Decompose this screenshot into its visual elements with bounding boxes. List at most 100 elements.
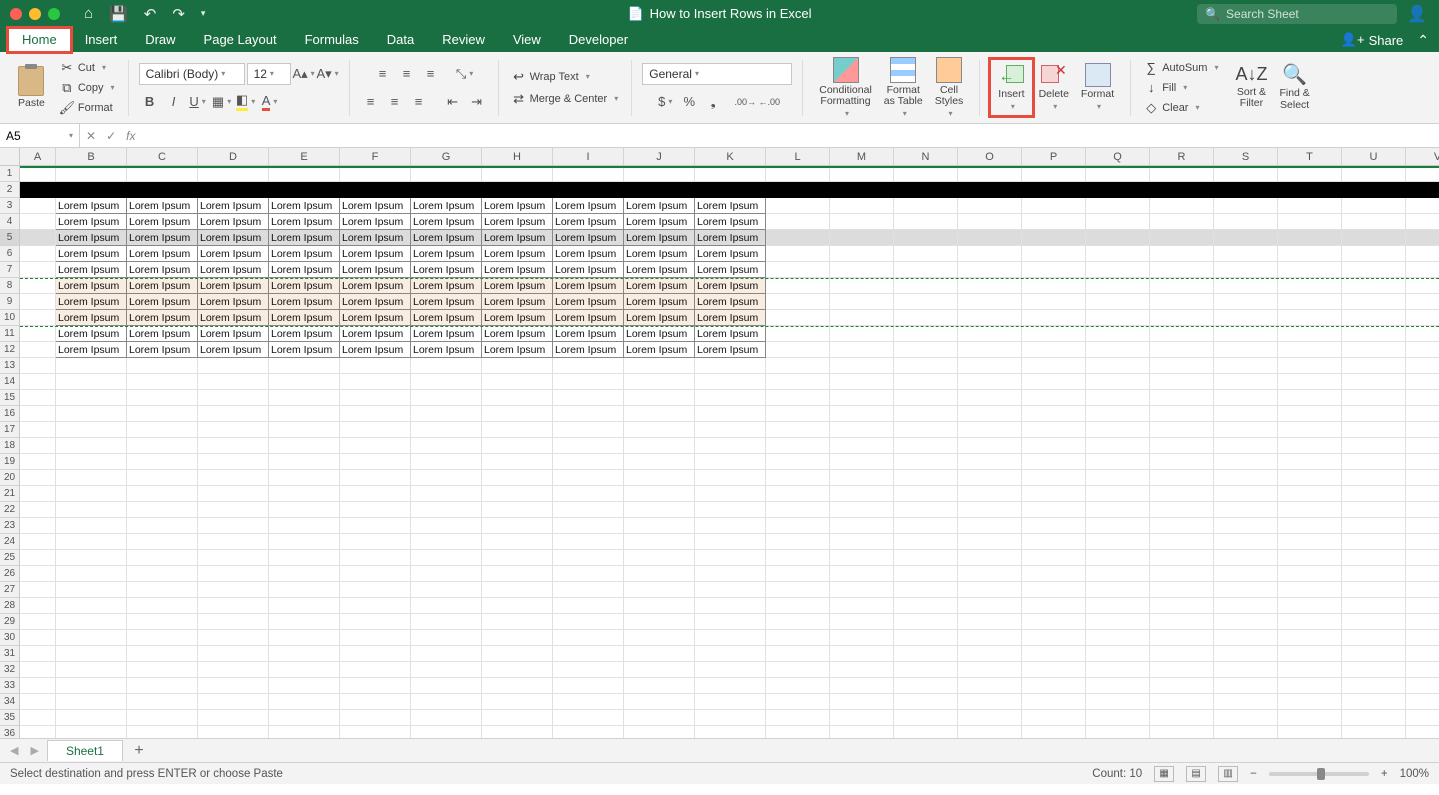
cell[interactable]: Lorem Ipsum (127, 214, 198, 230)
row-header[interactable]: 20 (0, 470, 19, 486)
column-header[interactable]: E (269, 148, 340, 165)
row-header[interactable]: 31 (0, 646, 19, 662)
cell[interactable] (127, 358, 198, 374)
number-format-combo[interactable]: General (642, 63, 792, 85)
cell[interactable] (340, 406, 411, 422)
cell[interactable] (1022, 694, 1086, 710)
cell[interactable]: Lorem Ipsum (269, 326, 340, 342)
cell[interactable] (1342, 726, 1406, 738)
cell[interactable] (894, 438, 958, 454)
cell[interactable] (411, 550, 482, 566)
cell[interactable] (20, 454, 56, 470)
cell[interactable] (56, 694, 127, 710)
cell[interactable]: Lorem Ipsum (553, 198, 624, 214)
cell[interactable] (411, 662, 482, 678)
cell[interactable] (1406, 358, 1439, 374)
cell[interactable] (958, 518, 1022, 534)
cell[interactable] (1278, 246, 1342, 262)
row-header[interactable]: 15 (0, 390, 19, 406)
cell[interactable] (56, 358, 127, 374)
cell[interactable] (894, 678, 958, 694)
cell[interactable] (1214, 310, 1278, 326)
cell[interactable] (1086, 342, 1150, 358)
cell[interactable] (1022, 198, 1086, 214)
cell[interactable] (830, 614, 894, 630)
cell[interactable] (127, 550, 198, 566)
cell[interactable] (766, 182, 830, 198)
cell[interactable]: Lorem Ipsum (695, 262, 766, 278)
cell[interactable] (1214, 566, 1278, 582)
cell[interactable] (830, 406, 894, 422)
cell[interactable] (1214, 598, 1278, 614)
cell[interactable] (624, 582, 695, 598)
cell[interactable] (830, 582, 894, 598)
cell[interactable] (695, 406, 766, 422)
cell[interactable]: Lorem Ipsum (695, 294, 766, 310)
cell[interactable]: Lorem Ipsum (553, 278, 624, 294)
cell[interactable] (1406, 166, 1439, 182)
cell[interactable] (1086, 374, 1150, 390)
cell[interactable] (1214, 710, 1278, 726)
cell[interactable] (340, 438, 411, 454)
cell[interactable] (766, 342, 830, 358)
cell[interactable] (1406, 534, 1439, 550)
cell[interactable]: Lorem Ipsum (624, 214, 695, 230)
cell[interactable] (553, 390, 624, 406)
cell[interactable] (1150, 358, 1214, 374)
cell[interactable] (553, 166, 624, 182)
cell[interactable] (894, 630, 958, 646)
column-header[interactable]: I (553, 148, 624, 165)
cell[interactable]: Lorem Ipsum (482, 230, 553, 246)
cell[interactable] (1086, 326, 1150, 342)
cell[interactable] (766, 550, 830, 566)
cell[interactable] (1214, 470, 1278, 486)
cell[interactable] (1342, 598, 1406, 614)
cell[interactable] (56, 566, 127, 582)
cell[interactable] (695, 518, 766, 534)
cell[interactable] (894, 278, 958, 294)
cell[interactable] (766, 214, 830, 230)
cell[interactable] (695, 438, 766, 454)
cell[interactable] (1022, 166, 1086, 182)
cell[interactable]: Lorem Ipsum (624, 342, 695, 358)
cell[interactable] (1150, 198, 1214, 214)
cell[interactable] (20, 278, 56, 294)
cell[interactable] (1342, 294, 1406, 310)
cell[interactable] (127, 502, 198, 518)
cell[interactable] (1342, 214, 1406, 230)
cell[interactable] (894, 726, 958, 738)
cell[interactable] (1406, 294, 1439, 310)
cell[interactable] (127, 438, 198, 454)
cell[interactable]: Lorem Ipsum (340, 230, 411, 246)
cell[interactable] (1278, 374, 1342, 390)
cell[interactable] (1022, 230, 1086, 246)
align-bottom-button[interactable]: ≡ (420, 63, 442, 85)
cell[interactable] (1150, 598, 1214, 614)
cell[interactable] (958, 230, 1022, 246)
cell[interactable] (1406, 582, 1439, 598)
cell[interactable]: Lorem Ipsum (695, 342, 766, 358)
column-header[interactable]: M (830, 148, 894, 165)
cell[interactable] (1278, 454, 1342, 470)
cell[interactable] (766, 566, 830, 582)
cell[interactable]: Lorem Ipsum (482, 214, 553, 230)
cell[interactable] (894, 294, 958, 310)
cell[interactable] (958, 326, 1022, 342)
cell[interactable]: Lorem Ipsum (127, 310, 198, 326)
cell[interactable] (269, 662, 340, 678)
cell[interactable] (958, 390, 1022, 406)
cell[interactable] (198, 710, 269, 726)
cell[interactable] (1214, 294, 1278, 310)
cell[interactable]: Lorem Ipsum (624, 278, 695, 294)
cell[interactable] (1150, 566, 1214, 582)
cell[interactable] (269, 518, 340, 534)
cell[interactable] (1150, 294, 1214, 310)
cell[interactable] (56, 550, 127, 566)
cell[interactable] (1278, 582, 1342, 598)
cell[interactable] (340, 678, 411, 694)
cell[interactable] (1342, 710, 1406, 726)
cell[interactable] (1150, 214, 1214, 230)
column-header[interactable]: L (766, 148, 830, 165)
cell[interactable] (1214, 246, 1278, 262)
cell[interactable] (1022, 726, 1086, 738)
